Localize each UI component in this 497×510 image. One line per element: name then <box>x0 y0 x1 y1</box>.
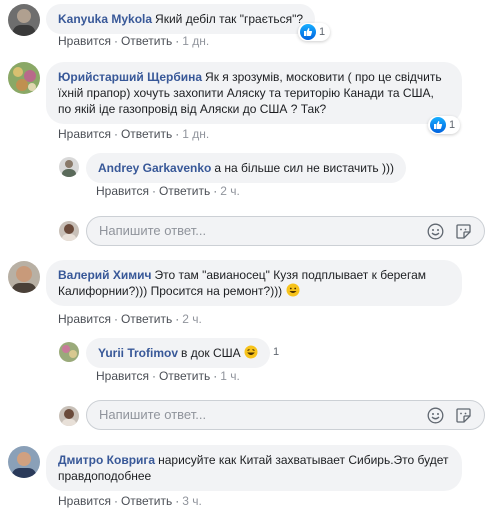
thumbs-up-icon <box>300 24 316 40</box>
reply-actions: Нравится · Ответить · 1 ч. <box>96 369 240 383</box>
comment-actions: Нравится · Ответить · 1 дн. <box>58 34 209 48</box>
avatar-yurii-image <box>59 342 79 362</box>
separator: · <box>175 34 180 48</box>
separator: · <box>113 312 118 326</box>
reply-time[interactable]: 2 ч. <box>220 184 240 198</box>
grinning-emoji-icon <box>286 283 300 297</box>
reply-bubble: Andrey Garkavenko а на більше сил не вист… <box>86 153 407 183</box>
avatar-andrey[interactable] <box>59 157 79 177</box>
separator: · <box>175 127 180 141</box>
reply-box <box>86 216 485 246</box>
reply-actions: Нравится · Ответить · 2 ч. <box>96 184 240 198</box>
reply-text: в док США <box>181 346 241 360</box>
smiley-icon[interactable] <box>427 407 444 424</box>
reaction-count[interactable]: 1 <box>298 23 331 41</box>
comment-bubble: Kanyuka Mykola Який дебіл так "грається"? <box>46 4 316 34</box>
like-link[interactable]: Нравится <box>58 127 111 141</box>
avatar-dmytro[interactable] <box>8 446 40 478</box>
reaction-count[interactable]: 1 <box>428 116 461 134</box>
reply-time[interactable]: 1 ч. <box>220 369 240 383</box>
avatar-yuriystarshiy[interactable] <box>8 62 40 94</box>
current-user-avatar <box>59 221 79 241</box>
reply-link[interactable]: Ответить <box>159 369 210 383</box>
comment-time[interactable]: 1 дн. <box>182 34 209 48</box>
avatar-yurii[interactable] <box>59 342 79 362</box>
comment-author[interactable]: Kanyuka Mykola <box>58 12 152 26</box>
reply-reaction-count[interactable]: 1 <box>273 346 279 358</box>
comment-author[interactable]: Дмитро Коврига <box>58 453 155 467</box>
reaction-count-value: 1 <box>319 26 326 38</box>
comment-time[interactable]: 2 ч. <box>182 312 202 326</box>
reply-author[interactable]: Andrey Garkavenko <box>98 161 211 175</box>
reply-link[interactable]: Ответить <box>159 184 210 198</box>
separator: · <box>175 312 180 326</box>
like-link[interactable]: Нравится <box>58 34 111 48</box>
comment-bubble: Валерий Химич Это там "авианосец" Кузя по… <box>46 260 462 306</box>
reaction-count-value: 1 <box>273 346 280 358</box>
avatar-valeriy[interactable] <box>8 261 40 293</box>
reply-link[interactable]: Ответить <box>121 494 172 508</box>
reply-link[interactable]: Ответить <box>121 34 172 48</box>
comment-author[interactable]: Юрийстарший Щербина <box>58 70 202 84</box>
reply-bubble: Yurii Trofimov в док США <box>86 338 270 368</box>
like-link[interactable]: Нравится <box>58 312 111 326</box>
avatar-andrey-image <box>59 157 79 177</box>
sticker-icon[interactable] <box>455 223 472 240</box>
smiley-icon[interactable] <box>427 223 444 240</box>
comment-actions: Нравится · Ответить · 1 дн. <box>58 127 209 141</box>
avatar-yuriystarshiy-image <box>8 62 40 94</box>
separator: · <box>213 369 218 383</box>
like-link[interactable]: Нравится <box>96 369 149 383</box>
avatar-kanyuka[interactable] <box>8 4 40 36</box>
comment-actions: Нравится · Ответить · 2 ч. <box>58 312 202 326</box>
comment-actions: Нравится · Ответить · 3 ч. <box>58 494 202 508</box>
separator: · <box>151 184 156 198</box>
reply-author[interactable]: Yurii Trofimov <box>98 346 178 360</box>
like-link[interactable]: Нравится <box>58 494 111 508</box>
reply-text: а на більше сил не вистачить ))) <box>214 161 395 175</box>
separator: · <box>151 369 156 383</box>
avatar-valeriy-image <box>8 261 40 293</box>
current-user-avatar <box>59 406 79 426</box>
separator: · <box>113 494 118 508</box>
separator: · <box>113 127 118 141</box>
separator: · <box>175 494 180 508</box>
avatar-kanyuka-image <box>8 4 40 36</box>
comment-time[interactable]: 3 ч. <box>182 494 202 508</box>
comment-author[interactable]: Валерий Химич <box>58 268 152 282</box>
sticker-icon[interactable] <box>455 407 472 424</box>
separator: · <box>213 184 218 198</box>
reply-link[interactable]: Ответить <box>121 127 172 141</box>
comment-text: Який дебіл так "грається"? <box>155 12 304 26</box>
separator: · <box>113 34 118 48</box>
laughing-emoji-icon <box>244 345 258 359</box>
comment-bubble: Юрийстарший Щербина Як я зрозумів, москов… <box>46 62 462 124</box>
reaction-count-value: 1 <box>449 119 456 131</box>
comment-time[interactable]: 1 дн. <box>182 127 209 141</box>
like-link[interactable]: Нравится <box>96 184 149 198</box>
reply-link[interactable]: Ответить <box>121 312 172 326</box>
reply-box <box>86 400 485 430</box>
avatar-dmytro-image <box>8 446 40 478</box>
comment-bubble: Дмитро Коврига нарисуйте как Китай захват… <box>46 445 462 491</box>
reply-input[interactable] <box>99 407 399 422</box>
thumbs-up-icon <box>430 117 446 133</box>
reply-input[interactable] <box>99 223 399 238</box>
